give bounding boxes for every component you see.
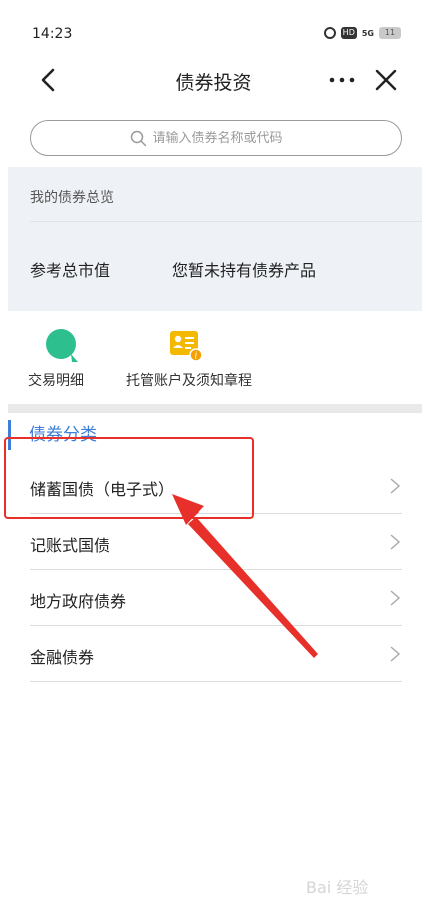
5g-signal-icon: 5G <box>361 28 374 38</box>
list-item-book-entry-bond[interactable]: 记账式国债 <box>30 514 402 570</box>
id-card-icon: i <box>170 331 203 362</box>
list-item-label: 金融债券 <box>30 648 95 667</box>
chevron-right-icon <box>390 590 401 606</box>
alarm-icon <box>323 27 336 39</box>
watermark: Bai 经验 <box>306 878 369 897</box>
quick-action-label: 交易明细 <box>28 373 84 389</box>
quick-action-label: 托管账户及须知章程 <box>126 373 252 389</box>
more-icon[interactable] <box>326 66 358 94</box>
hd-icon: HD <box>340 27 357 39</box>
status-time: 14:23 <box>32 26 73 42</box>
list-item-label: 地方政府债券 <box>30 592 127 611</box>
list-item-financial-bond[interactable]: 金融债券 <box>30 626 402 682</box>
annotation-highlight-box <box>4 437 254 519</box>
search-input[interactable] <box>152 130 303 146</box>
market-value-text: 您暂未持有债券产品 <box>172 261 317 280</box>
chevron-right-icon <box>390 646 401 662</box>
chevron-right-icon <box>390 534 401 550</box>
search-icon <box>130 130 146 146</box>
list-item-label: 记账式国债 <box>30 536 111 555</box>
battery-icon: 11 <box>379 27 401 39</box>
nav-bar: 债券投资 <box>0 52 427 108</box>
close-icon[interactable] <box>372 66 400 94</box>
search-bar[interactable] <box>30 120 402 156</box>
page-title: 债券投资 <box>175 72 252 94</box>
svg-text:i: i <box>195 352 198 362</box>
status-icons: HD 5G 11 <box>323 27 401 39</box>
chevron-right-icon <box>390 478 401 494</box>
overview-header: 我的债券总览 <box>30 190 114 206</box>
magnifier-icon <box>46 329 78 362</box>
market-value-label: 参考总市值 <box>30 261 111 280</box>
divider <box>30 221 422 222</box>
list-item-local-government-bond[interactable]: 地方政府债券 <box>30 570 402 626</box>
section-divider <box>8 404 422 413</box>
bond-overview-panel: 我的债券总览 参考总市值 您暂未持有债券产品 <box>8 167 422 311</box>
